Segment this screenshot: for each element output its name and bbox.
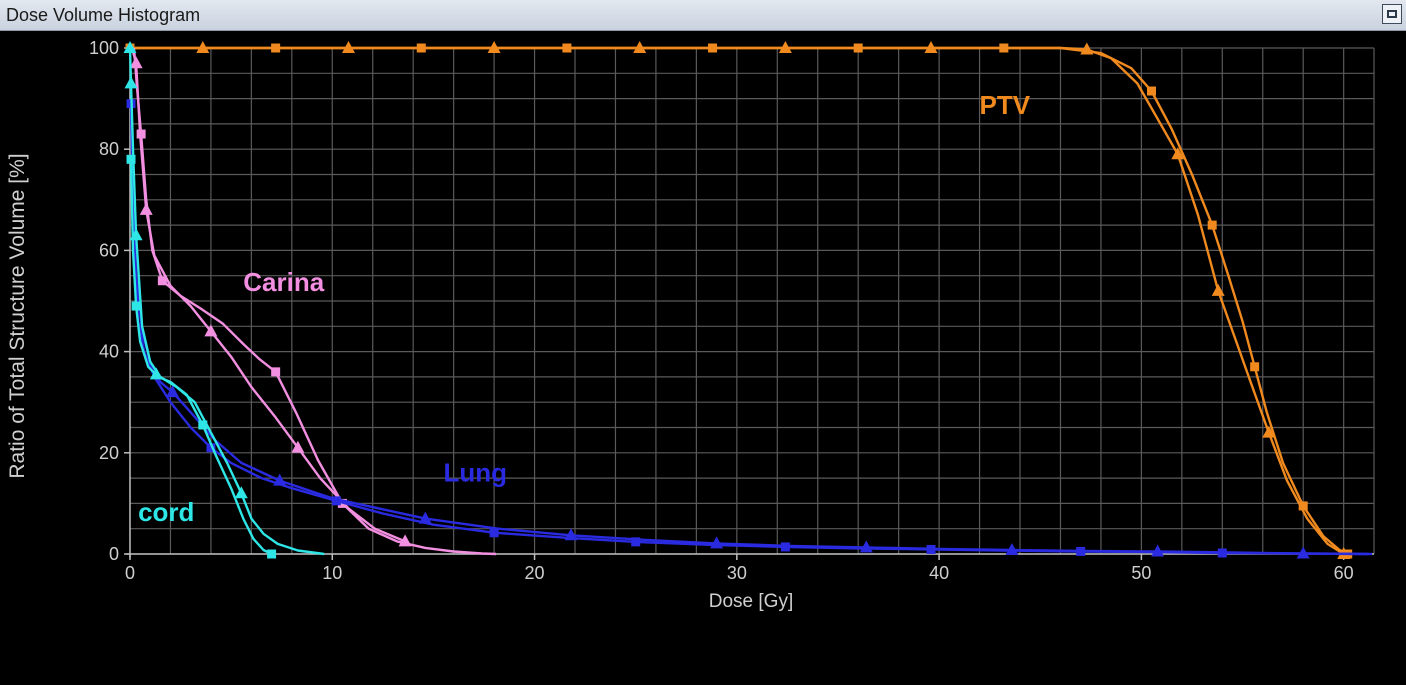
square-marker — [1207, 220, 1217, 230]
y-tick-label: 40 — [99, 342, 119, 362]
series-label: PTV — [980, 90, 1031, 120]
square-marker — [267, 549, 277, 559]
y-tick-label: 100 — [89, 38, 119, 58]
y-tick-label: 60 — [99, 240, 119, 260]
x-tick-label: 60 — [1334, 563, 1354, 583]
series-label: Carina — [243, 267, 324, 297]
x-tick-label: 30 — [727, 563, 747, 583]
restore-glyph — [1387, 10, 1397, 18]
y-tick-label: 20 — [99, 443, 119, 463]
dose-volume-chart: 0 10 20 30 40 50 60 0 20 40 60 80 100 PTV Carina Lung c… — [0, 31, 1406, 685]
series-label: cord — [138, 497, 194, 527]
square-marker — [1250, 362, 1260, 372]
square-marker — [271, 367, 281, 377]
x-tick-label: 0 — [125, 563, 135, 583]
y-tick-label: 0 — [109, 544, 119, 564]
series-label: Lung — [444, 458, 508, 488]
x-tick-label: 40 — [929, 563, 949, 583]
title-bar: Dose Volume Histogram — [0, 0, 1406, 31]
x-tick-label: 50 — [1131, 563, 1151, 583]
x-axis-label: Dose [Gy] — [709, 591, 793, 612]
y-tick-label: 80 — [99, 139, 119, 159]
x-tick-label: 10 — [322, 563, 342, 583]
y-axis-label: Ratio of Total Structure Volume [%] — [6, 153, 29, 478]
dvh-chart-svg: 0 10 20 30 40 50 60 0 20 40 60 80 100 PTV Carina Lung c… — [6, 38, 1375, 612]
square-marker — [1146, 86, 1156, 96]
window-restore-icon[interactable] — [1382, 4, 1402, 24]
square-marker — [131, 301, 141, 311]
window-title: Dose Volume Histogram — [6, 5, 201, 25]
x-tick-label: 20 — [525, 563, 545, 583]
dvh-window: Dose Volume Histogram 0 10 20 30 40 50 60 0 20 40… — [0, 0, 1406, 685]
